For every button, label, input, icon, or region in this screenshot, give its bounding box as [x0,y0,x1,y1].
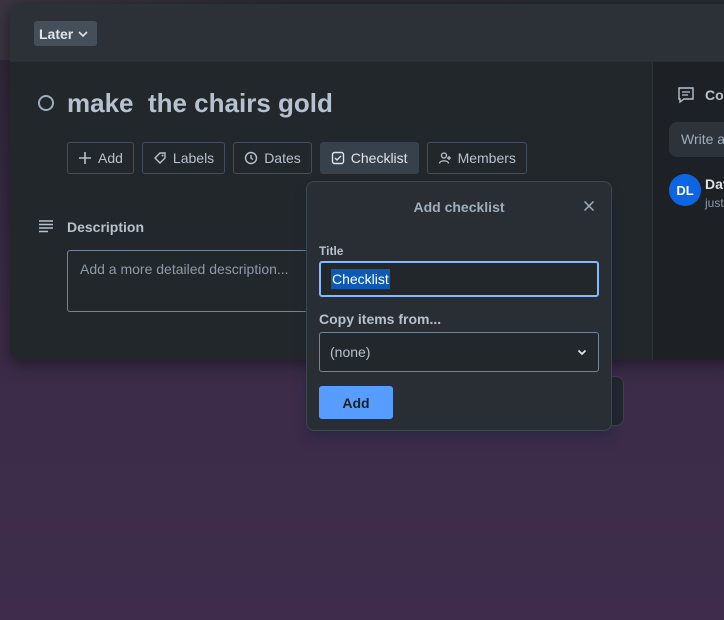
popover-title: Add checklist [413,199,505,215]
card-actions: Add Labels Dates Checklist Members [67,142,527,174]
card-title[interactable]: make the chairs gold [67,88,333,119]
add-button-label: Add [98,150,123,166]
checklist-title-input[interactable]: Checklist [319,261,599,297]
dates-button[interactable]: Dates [233,142,312,174]
close-button[interactable] [581,198,597,214]
labels-button-label: Labels [172,150,215,166]
copy-items-value: (none) [330,344,371,360]
close-icon [583,200,595,212]
chevron-down-icon [78,30,88,37]
list-selector-label: Later [39,25,74,42]
copy-items-select[interactable]: (none) [319,332,599,372]
members-button-label: Members [457,150,516,166]
description-icon [39,220,53,233]
list-selector-button[interactable]: Later [34,21,98,46]
title-field-label: Title [319,244,344,258]
chevron-down-icon [577,349,587,356]
comment-input[interactable]: Write a [669,122,724,157]
avatar[interactable]: DL [669,174,701,206]
description-heading: Description [67,219,145,235]
checklist-button[interactable]: Checklist [319,142,419,174]
plus-icon [79,152,91,164]
add-checklist-popover: Add checklist Title Checklist Copy items… [306,181,612,431]
add-person-icon [438,152,451,164]
checkbox-icon [331,151,344,165]
checklist-title-value: Checklist [331,269,390,289]
add-checklist-button[interactable]: Add [319,386,393,419]
comments-heading: Cor [705,87,724,103]
labels-button[interactable]: Labels [141,142,226,174]
comment-icon [678,87,694,104]
members-button[interactable]: Members [426,142,527,174]
description-input[interactable]: Add a more detailed description... [67,250,327,312]
tag-icon [153,152,166,164]
complete-toggle-icon[interactable] [38,95,54,111]
modal-header: Later [10,4,724,62]
copy-items-label: Copy items from... [319,311,442,327]
comments-sidebar: Cor Write a DL Dav just [652,62,724,360]
dates-button-label: Dates [264,150,301,166]
add-button[interactable]: Add [67,142,134,174]
clock-icon [244,151,258,165]
activity-timestamp: just [705,196,724,210]
activity-author: Dav [705,176,724,192]
checklist-button-label: Checklist [350,150,408,166]
